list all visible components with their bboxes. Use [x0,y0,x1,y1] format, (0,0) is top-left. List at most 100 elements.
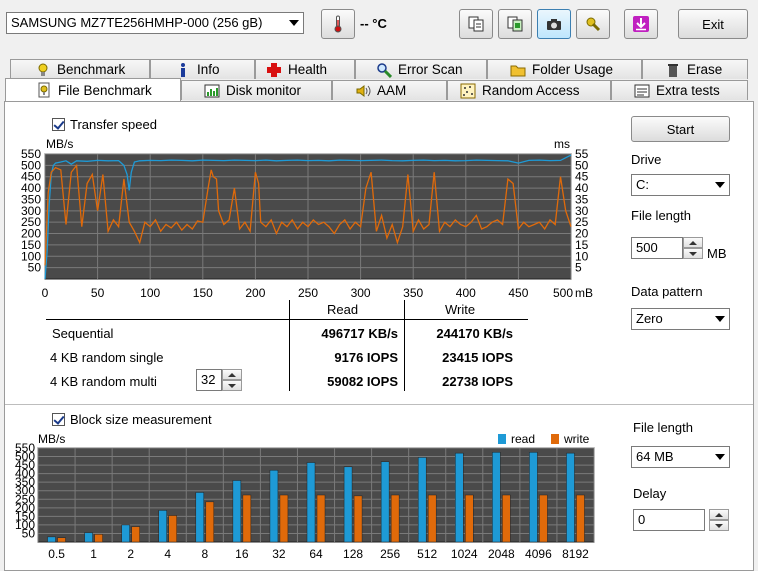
section-separator [5,404,753,405]
results-4k-multi-write: 22738 IOPS [442,374,513,389]
data-pattern-label: Data pattern [631,284,703,299]
transfer-speed-checkbox[interactable]: Transfer speed [52,117,157,132]
delay-input[interactable]: 0 [633,509,705,531]
drive-select[interactable]: SAMSUNG MZ7TE256HMHP-000 (256 gB) [6,12,304,34]
tab-folder-usage[interactable]: Folder Usage [487,59,642,79]
block-bar-read [195,492,205,543]
transfer-x-tick: 100 [140,286,160,300]
results-sequential-read: 496717 KB/s [321,326,398,341]
copy-image-icon [507,16,523,32]
block-x-tick: 2 [127,547,134,561]
queue-depth-spinner[interactable] [222,369,242,391]
tab-aam[interactable]: AAM [332,80,447,100]
block-x-tick: 8 [201,547,208,561]
tab-health[interactable]: Health [255,59,355,79]
delay-spinner[interactable] [709,509,729,531]
tab-info[interactable]: Info [150,59,255,79]
block-x-tick: 4096 [525,547,552,561]
transfer-x-tick: 300 [351,286,371,300]
transfer-x-tick: 400 [456,286,476,300]
folder-icon [510,65,526,76]
block-x-tick: 1 [90,547,97,561]
copy-icon [468,16,484,32]
tab-disk-monitor[interactable]: Disk monitor [181,80,332,100]
file-length-input[interactable]: 500 [631,237,683,259]
transfer-x-tick: 50 [91,286,105,300]
tab-file-benchmark-label: File Benchmark [58,82,152,98]
spin-down-icon[interactable] [683,248,703,259]
block-bar-read [455,452,464,543]
checkbox-check-icon [52,118,65,131]
options-button[interactable] [576,9,610,39]
transfer-y-tick: 550 [21,147,41,161]
results-sequential-write: 244170 KB/s [436,326,513,341]
drive-letter-select[interactable]: C: [631,174,730,196]
block-bar-write [502,494,511,543]
block-file-length-select[interactable]: 64 MB [631,446,730,468]
tab-extra-tests[interactable]: Extra tests [611,80,748,100]
tab-benchmark-label: Benchmark [57,62,126,77]
tab-folder-usage-label: Folder Usage [532,62,614,77]
block-bar-read [343,466,353,543]
start-button[interactable]: Start [631,116,730,142]
transfer-x-tick: 200 [245,286,265,300]
block-bar-read [232,480,242,543]
data-pattern-select[interactable]: Zero [631,308,730,330]
block-bar-write [390,494,400,543]
block-bar-read [158,510,167,543]
block-bar-write [353,495,363,543]
block-bar-read [380,461,390,543]
block-bar-write [242,494,252,543]
checkbox-check-icon [52,413,65,426]
queue-depth-input[interactable]: 32 [196,369,222,391]
block-bar-read [84,532,93,543]
tab-erase[interactable]: Erase [642,59,748,79]
block-x-tick: 128 [343,547,363,561]
spin-down-icon[interactable] [709,520,729,531]
block-x-tick: 32 [272,547,286,561]
block-file-length-label: File length [633,420,693,435]
block-x-tick: 0.5 [48,547,65,561]
tab-random-access[interactable]: Random Access [447,80,611,100]
spin-up-icon[interactable] [222,369,242,380]
block-x-tick: 512 [417,547,437,561]
spin-down-icon[interactable] [222,380,242,391]
block-bar-read [306,462,316,543]
block-bar-write [427,494,437,543]
temperature-button[interactable] [321,9,355,39]
tab-erase-label: Erase [687,62,723,77]
copy-screenshot-button[interactable] [498,9,532,39]
copy-info-button[interactable] [459,9,493,39]
block-size-checkbox[interactable]: Block size measurement [52,412,212,427]
block-size-label: Block size measurement [70,412,212,427]
tab-error-scan[interactable]: Error Scan [355,59,487,79]
tab-file-benchmark[interactable]: File Benchmark [5,78,181,101]
results-4k-single-write: 23415 IOPS [442,350,513,365]
wrench-icon [586,17,601,32]
exit-label: Exit [702,16,724,32]
block-y-tick: 550 [15,441,35,455]
chevron-down-icon [285,13,303,33]
file-length-spinner[interactable] [683,237,703,259]
block-bar-write [94,534,103,543]
info-icon [181,62,185,77]
spin-up-icon[interactable] [709,509,729,520]
results-write-header: Write [445,302,476,317]
block-plot-area [37,447,595,543]
thermometer-icon [38,63,48,76]
transfer-speed-label: Transfer speed [70,117,157,132]
screenshot-button[interactable] [537,9,571,39]
block-x-tick: 2048 [488,547,515,561]
exit-button[interactable]: Exit [678,9,748,39]
download-button[interactable] [624,9,658,39]
block-bar-write [316,494,326,543]
spin-up-icon[interactable] [683,237,703,248]
drive-letter-value: C: [636,177,649,192]
disk-monitor-icon [204,84,220,97]
block-bar-read [566,452,575,543]
tab-benchmark[interactable]: Benchmark [10,59,150,79]
block-bar-read [492,452,501,543]
block-bar-write [168,515,177,543]
block-x-tick: 8192 [562,547,589,561]
tab-disk-monitor-label: Disk monitor [226,83,302,98]
